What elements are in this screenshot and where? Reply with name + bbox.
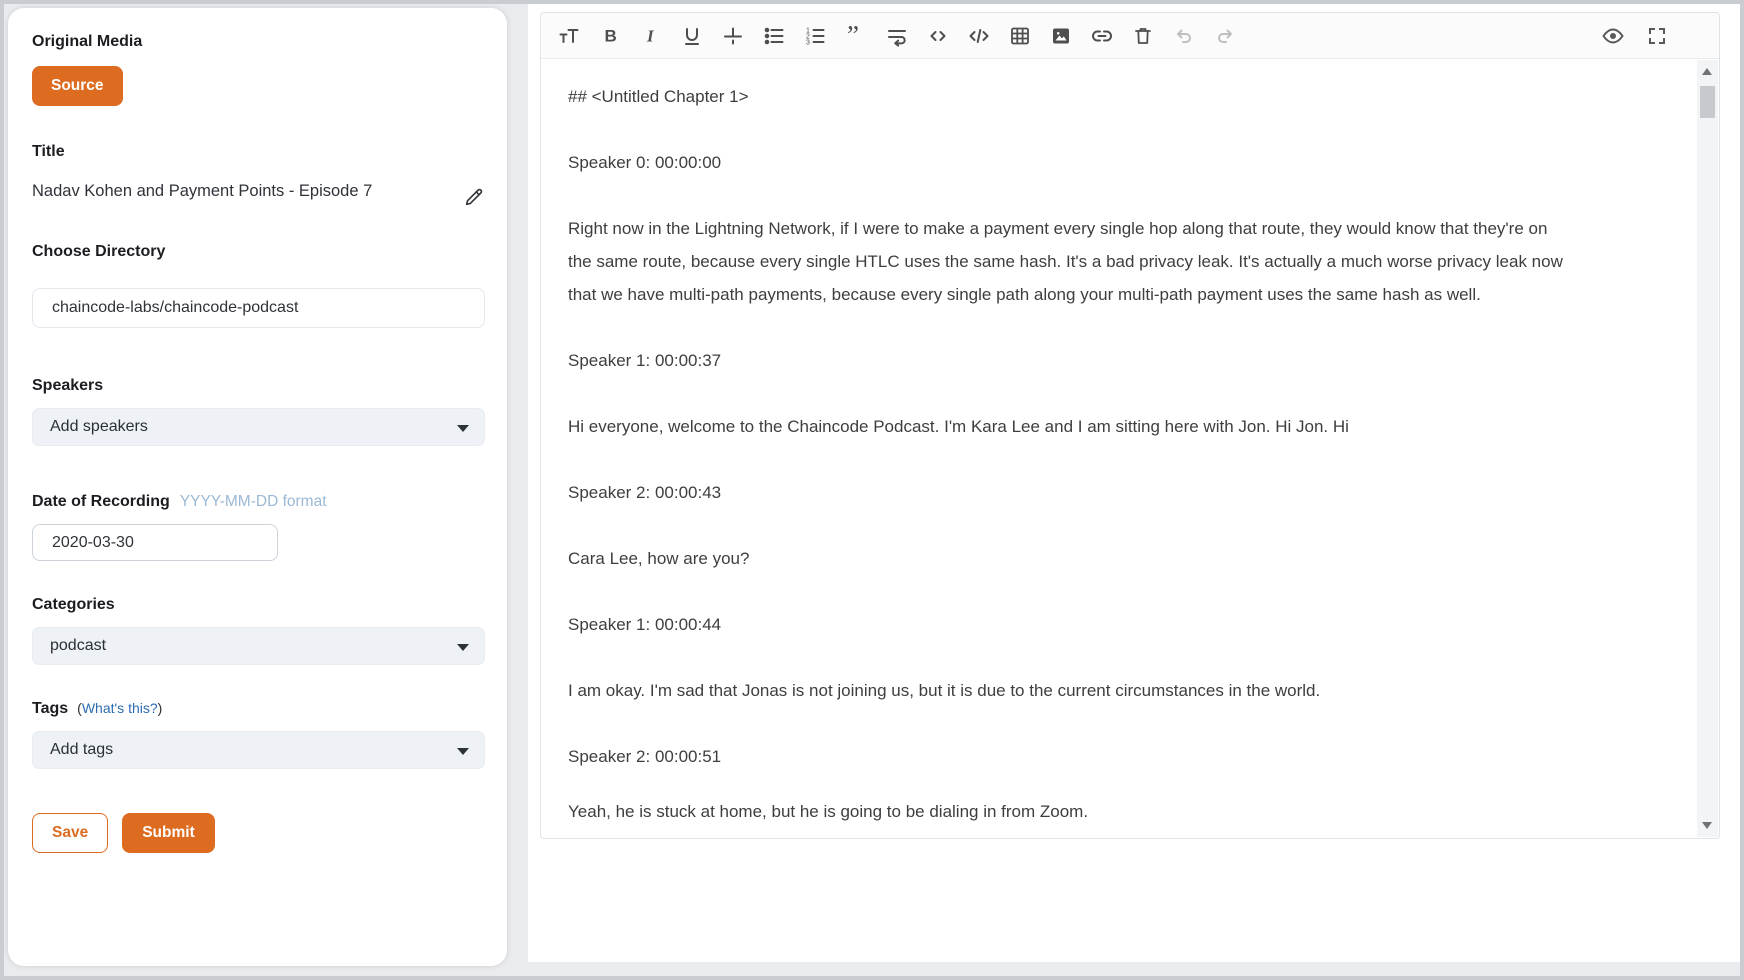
title-row: Nadav Kohen and Payment Points - Episode… — [32, 178, 485, 208]
quote-icon[interactable]: ” — [844, 24, 868, 48]
table-icon[interactable] — [1008, 24, 1032, 48]
strikethrough-icon[interactable] — [721, 24, 745, 48]
speakers-placeholder: Add speakers — [50, 418, 148, 436]
date-label: Date of Recording — [32, 492, 170, 512]
edit-pencil-icon[interactable] — [463, 186, 485, 208]
svg-text:”: ” — [847, 24, 859, 48]
save-button[interactable]: Save — [32, 813, 108, 853]
undo-icon[interactable] — [1172, 24, 1196, 48]
tags-row: Tags (What's this?) — [32, 699, 485, 719]
ordered-list-icon[interactable]: 123 — [803, 24, 827, 48]
svg-text:3: 3 — [806, 39, 810, 46]
link-icon[interactable] — [1090, 24, 1114, 48]
tags-placeholder: Add tags — [50, 741, 113, 759]
preview-eye-icon[interactable] — [1601, 24, 1625, 48]
markdown-editor: B I — [540, 12, 1720, 839]
speaker-timestamp: Speaker 1: 00:00:44 — [568, 608, 1568, 641]
transcript-paragraph-clipped: Yeah, he is stuck at home, but he is goi… — [568, 795, 1568, 828]
italic-icon[interactable]: I — [639, 24, 663, 48]
source-button[interactable]: Source — [32, 66, 123, 106]
transcript-heading: ## <Untitled Chapter 1> — [568, 80, 1568, 113]
underline-icon[interactable] — [680, 24, 704, 48]
chevron-down-icon — [457, 644, 469, 651]
code-block-icon[interactable] — [967, 24, 991, 48]
submit-button[interactable]: Submit — [122, 813, 215, 853]
date-format-hint: YYYY-MM-DD format — [180, 493, 327, 511]
categories-select[interactable]: podcast — [32, 627, 485, 665]
delete-icon[interactable] — [1131, 24, 1155, 48]
speakers-label: Speakers — [32, 376, 485, 396]
transcript-editor-app: Original Media Source Title Nadav Kohen … — [0, 0, 1744, 980]
original-media-label: Original Media — [32, 32, 485, 52]
bold-icon[interactable]: B — [598, 24, 622, 48]
directory-input[interactable]: chaincode-labs/chaincode-podcast — [32, 288, 485, 328]
date-of-recording-row: Date of Recording YYYY-MM-DD format — [32, 492, 485, 512]
tags-hint-close: ) — [158, 700, 163, 716]
tags-label: Tags — [32, 699, 68, 719]
svg-text:B: B — [605, 26, 617, 45]
speaker-timestamp: Speaker 1: 00:00:37 — [568, 344, 1568, 377]
text-size-icon[interactable] — [557, 24, 581, 48]
whats-this-link[interactable]: What's this? — [82, 700, 158, 716]
redo-icon[interactable] — [1213, 24, 1237, 48]
transcript-paragraph: Hi everyone, welcome to the Chaincode Po… — [568, 410, 1568, 443]
svg-text:I: I — [646, 26, 655, 45]
tags-select[interactable]: Add tags — [32, 731, 485, 769]
choose-directory-label: Choose Directory — [32, 242, 485, 262]
toolbar-right-group — [1601, 24, 1669, 48]
editor-scrollbar[interactable] — [1697, 60, 1718, 837]
chevron-down-icon — [457, 425, 469, 432]
inline-code-icon[interactable] — [926, 24, 950, 48]
fullscreen-icon[interactable] — [1645, 24, 1669, 48]
categories-label: Categories — [32, 595, 485, 615]
speakers-select[interactable]: Add speakers — [32, 408, 485, 446]
title-label: Title — [32, 142, 485, 162]
speaker-timestamp: Speaker 0: 00:00:00 — [568, 146, 1568, 179]
title-value: Nadav Kohen and Payment Points - Episode… — [32, 178, 404, 208]
date-input[interactable]: 2020-03-30 — [32, 524, 278, 561]
image-icon[interactable] — [1049, 24, 1073, 48]
transcript-paragraph: Right now in the Lightning Network, if I… — [568, 212, 1568, 311]
scrollbar-thumb[interactable] — [1700, 86, 1715, 118]
speaker-timestamp: Speaker 2: 00:00:43 — [568, 476, 1568, 509]
unordered-list-icon[interactable] — [762, 24, 786, 48]
transcript-paragraph: Cara Lee, how are you? — [568, 542, 1568, 575]
action-buttons: Save Submit — [32, 813, 485, 853]
scroll-down-arrow-icon[interactable] — [1702, 822, 1712, 829]
metadata-sidebar: Original Media Source Title Nadav Kohen … — [8, 8, 507, 966]
editor-toolbar: B I — [541, 13, 1719, 59]
line-wrap-icon[interactable] — [885, 24, 909, 48]
speaker-timestamp: Speaker 2: 00:00:51 — [568, 740, 1568, 773]
transcript-paragraph: I am okay. I'm sad that Jonas is not joi… — [568, 674, 1568, 707]
chevron-down-icon — [457, 748, 469, 755]
scroll-up-arrow-icon[interactable] — [1702, 68, 1712, 75]
transcript-content[interactable]: ## <Untitled Chapter 1> Speaker 0: 00:00… — [541, 60, 1697, 837]
categories-value: podcast — [50, 637, 106, 655]
